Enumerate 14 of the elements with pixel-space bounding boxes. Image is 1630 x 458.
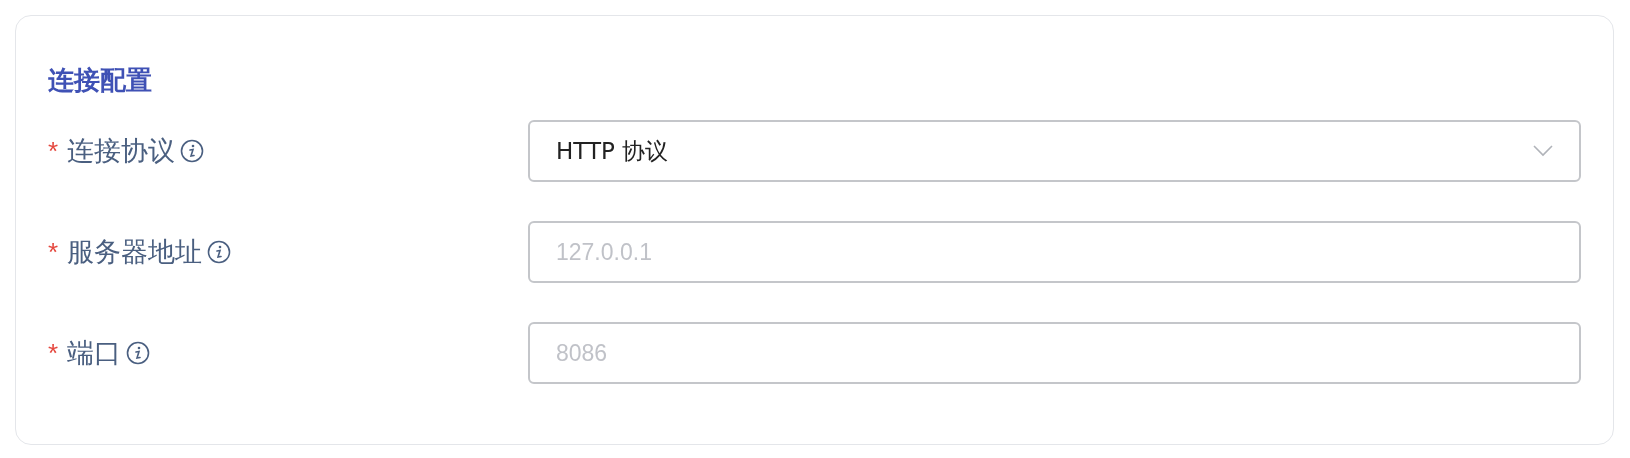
- input-field[interactable]: 8086: [528, 322, 1581, 384]
- field-label: 端口: [67, 336, 122, 370]
- section-title: 连接配置: [48, 64, 153, 97]
- required-mark: *: [48, 239, 59, 265]
- info-icon[interactable]: [126, 341, 151, 365]
- required-mark: *: [48, 138, 59, 164]
- field-label: 连接协议: [67, 134, 176, 168]
- select-field[interactable]: HTTP 协议: [528, 120, 1581, 182]
- field-label: 服务器地址: [67, 235, 203, 269]
- input-field[interactable]: 127.0.0.1: [528, 221, 1581, 283]
- required-mark: *: [48, 340, 59, 366]
- info-icon[interactable]: [207, 240, 232, 264]
- chevron-down-icon: [1533, 145, 1553, 157]
- info-icon[interactable]: [180, 139, 205, 163]
